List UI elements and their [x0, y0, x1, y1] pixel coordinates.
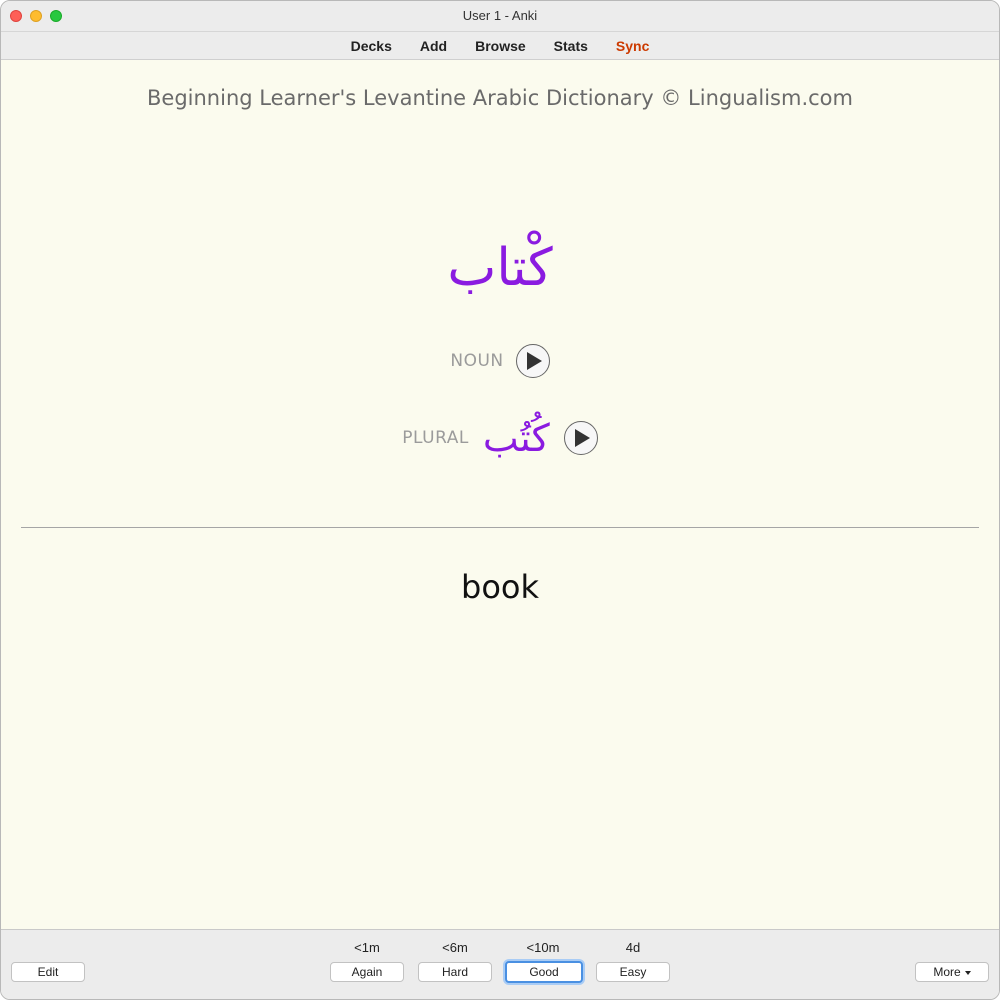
anki-window: User 1 - Anki Decks Add Browse Stats Syn… — [0, 0, 1000, 1000]
play-icon — [526, 352, 542, 370]
play-icon — [574, 429, 590, 447]
part-of-speech-label: NOUN — [450, 351, 504, 371]
add-link[interactable]: Add — [420, 38, 447, 54]
plural-arabic-word: كُتُب — [482, 416, 550, 460]
again-interval: <1m — [354, 940, 380, 955]
edit-button[interactable]: Edit — [11, 962, 85, 982]
plural-audio-button[interactable] — [563, 421, 598, 455]
hard-button[interactable]: Hard — [418, 962, 492, 982]
main-toolbar: Decks Add Browse Stats Sync — [1, 32, 999, 60]
answer-bar: Edit <1m Again <6m Hard <10m Good 4d Eas… — [1, 929, 999, 999]
window-title: User 1 - Anki — [462, 8, 538, 23]
stats-link[interactable]: Stats — [554, 38, 588, 54]
deck-title: Beginning Learner's Levantine Arabic Dic… — [147, 86, 853, 110]
easy-button[interactable]: Easy — [596, 962, 670, 982]
part-of-speech-row: NOUN — [1, 344, 999, 378]
good-button[interactable]: Good — [505, 961, 583, 983]
word-audio-button[interactable] — [515, 344, 550, 378]
good-interval: <10m — [526, 940, 560, 955]
arabic-word: كْتاب — [447, 238, 553, 298]
title-bar: User 1 - Anki — [1, 1, 999, 32]
easy-interval: 4d — [625, 940, 641, 955]
chevron-down-icon — [964, 970, 971, 975]
card-view: Beginning Learner's Levantine Arabic Dic… — [1, 60, 999, 929]
more-button[interactable]: More — [915, 962, 989, 982]
decks-link[interactable]: Decks — [351, 38, 392, 54]
answer-divider — [21, 527, 979, 528]
sync-link[interactable]: Sync — [616, 38, 649, 54]
hard-interval: <6m — [442, 940, 468, 955]
plural-row: PLURAL كُتُب — [1, 416, 999, 460]
again-button[interactable]: Again — [330, 962, 404, 982]
browse-link[interactable]: Browse — [475, 38, 526, 54]
answer-text: book — [461, 568, 539, 606]
plural-label: PLURAL — [402, 428, 469, 448]
more-button-label: More — [933, 965, 961, 979]
